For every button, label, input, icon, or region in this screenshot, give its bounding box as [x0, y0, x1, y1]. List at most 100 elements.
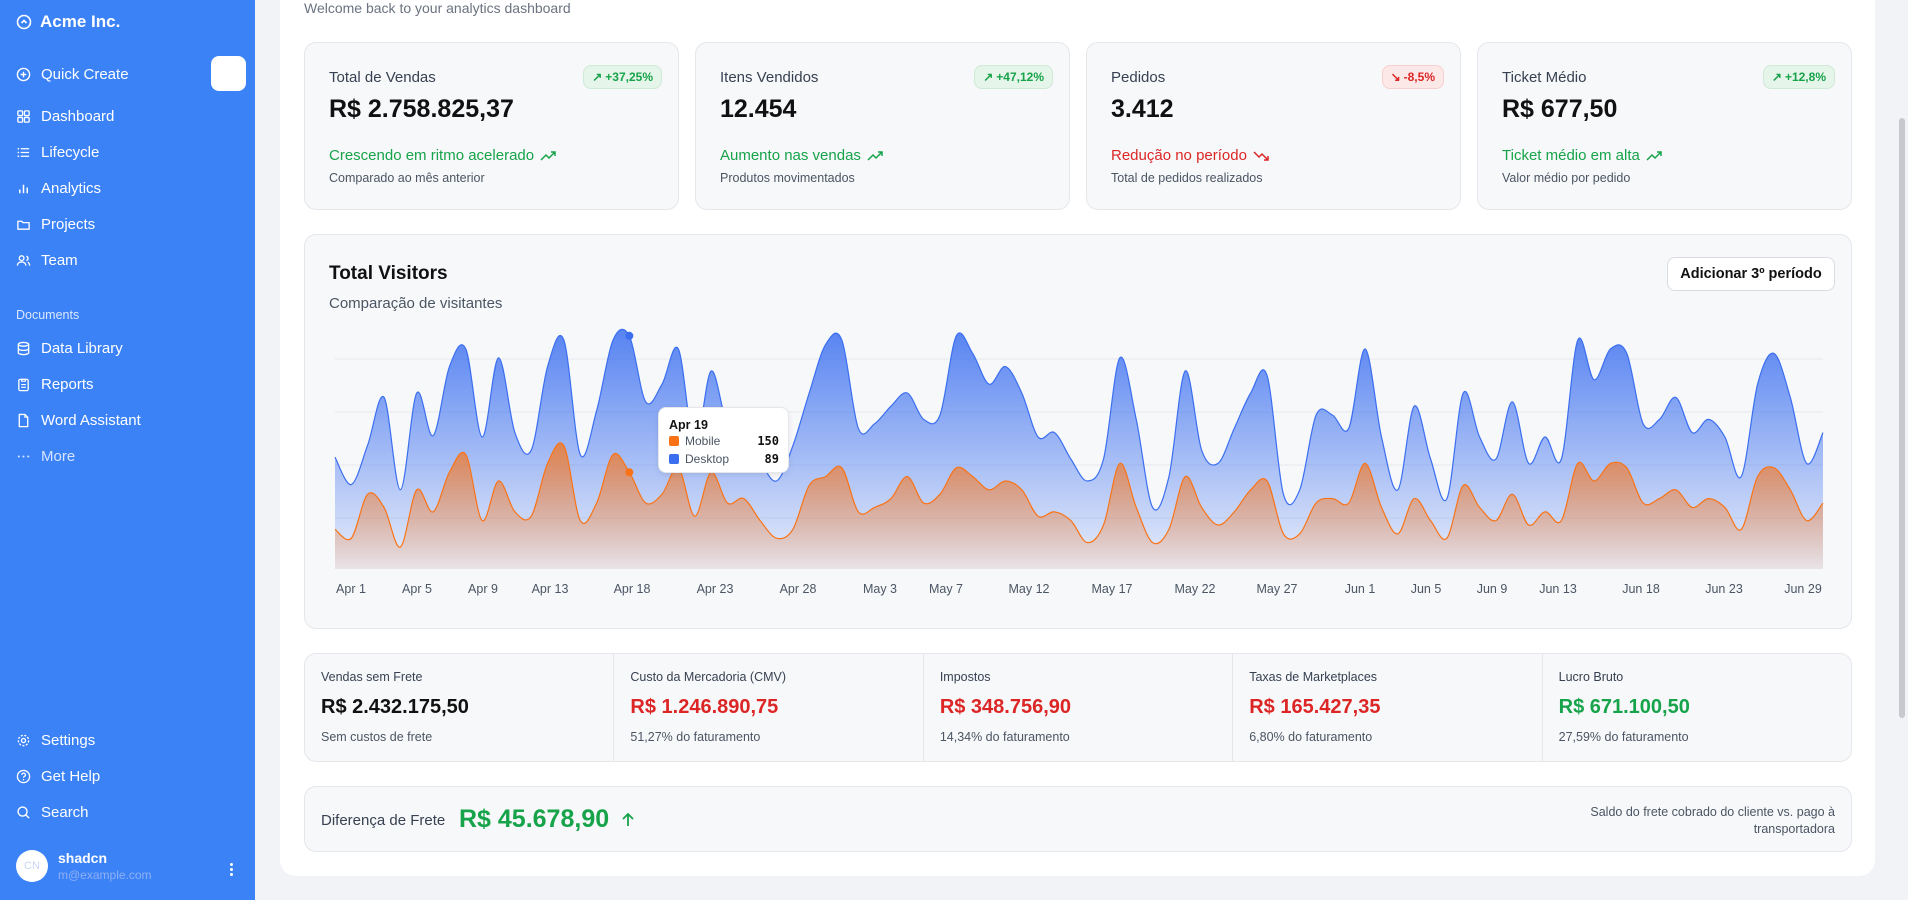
- kpi-card-itens-vendidos: Itens Vendidos 12.454 ↗ +47,12% Aumento n…: [695, 42, 1070, 210]
- nav-label: Word Assistant: [41, 411, 141, 429]
- x-tick-label: Jun 9: [1477, 582, 1508, 596]
- tooltip-date: Apr 19: [669, 418, 708, 432]
- visitors-area-chart[interactable]: Apr 1 Apr 5 Apr 9 Apr 13 Apr 18 Apr 23 Apr 28 M…: [305, 235, 1853, 630]
- tooltip-value: 89: [764, 452, 779, 466]
- tooltip-label: Desktop: [685, 452, 730, 466]
- trending-up-icon: [867, 150, 883, 161]
- summary-value: R$ 1.246.890,75: [630, 696, 779, 718]
- kpi-badge: ↗ +12,8%: [1762, 65, 1835, 89]
- kpi-trend-text: Crescendo em ritmo acelerado: [329, 147, 535, 164]
- folder-icon: [17, 220, 30, 230]
- list-icon: [17, 147, 30, 157]
- nav-item-settings[interactable]: Settings: [16, 729, 95, 751]
- documents-section-label: Documents: [16, 308, 80, 322]
- nav-label: Get Help: [41, 767, 101, 785]
- nav-item-analytics[interactable]: Analytics: [16, 177, 101, 199]
- nav-item-data-library[interactable]: Data Library: [16, 337, 123, 359]
- scrollbar-thumb[interactable]: [1899, 118, 1905, 718]
- kpi-subtext: Produtos movimentados: [720, 171, 855, 185]
- nav-item-search[interactable]: Search: [16, 801, 89, 823]
- welcome-text: Welcome back to your analytics dashboard: [304, 0, 571, 16]
- kpi-value: 3.412: [1111, 95, 1174, 123]
- nav-item-reports[interactable]: Reports: [16, 373, 94, 395]
- kpi-value: R$ 677,50: [1502, 95, 1618, 123]
- financial-summary: Vendas sem Frete R$ 2.432.175,50 Sem cus…: [304, 653, 1852, 762]
- tooltip-row-mobile: Mobile 150: [669, 434, 779, 448]
- file-icon: [18, 413, 29, 427]
- quick-create-button[interactable]: Quick Create: [16, 63, 129, 85]
- users-icon: [16, 254, 31, 266]
- kpi-value: R$ 2.758.825,37: [329, 95, 514, 123]
- add-period-button[interactable]: Adicionar 3º período: [1667, 257, 1835, 291]
- nav-item-get-help[interactable]: Get Help: [16, 765, 100, 787]
- kpi-card-ticket-medio: Ticket Médio R$ 677,50 ↗ +12,8% Ticket mé…: [1477, 42, 1852, 210]
- nav-item-projects[interactable]: Projects: [16, 213, 95, 235]
- nav-label: Data Library: [41, 339, 123, 357]
- x-tick-label: Jun 23: [1705, 582, 1743, 596]
- user-profile[interactable]: CN shadcn m@example.com: [16, 850, 152, 882]
- user-email: m@example.com: [58, 868, 152, 882]
- x-tick-label: Apr 23: [697, 582, 734, 596]
- brand-name: Acme Inc.: [40, 12, 121, 31]
- summary-label: Custo da Mercadoria (CMV): [630, 670, 787, 684]
- tooltip-row-desktop: Desktop 89: [669, 452, 779, 466]
- nav-item-lifecycle[interactable]: Lifecycle: [16, 141, 99, 163]
- x-tick-label: Jun 29: [1784, 582, 1822, 596]
- summary-label: Taxas de Marketplaces: [1249, 670, 1378, 684]
- brand[interactable]: Acme Inc.: [16, 12, 120, 32]
- summary-label: Vendas sem Frete: [321, 670, 423, 684]
- x-tick-label: Jun 13: [1539, 582, 1577, 596]
- kpi-title: Pedidos: [1111, 69, 1166, 86]
- x-tick-label: May 22: [1175, 582, 1216, 596]
- trend-up-icon: ↗: [983, 70, 994, 84]
- summary-value: R$ 348.756,90: [939, 696, 1072, 718]
- help-circle-icon: [16, 769, 31, 783]
- summary-value: R$ 671.100,50: [1558, 696, 1690, 718]
- x-tick-label: May 27: [1257, 582, 1298, 596]
- kpi-subtext: Valor médio por pedido: [1502, 171, 1631, 185]
- x-tick-label: May 7: [929, 582, 963, 596]
- nav-label: Dashboard: [41, 107, 115, 125]
- tooltip-label: Mobile: [685, 434, 721, 448]
- trending-up-icon: [540, 150, 556, 161]
- x-tick-label: May 17: [1092, 582, 1133, 596]
- nav-label: Search: [41, 803, 89, 821]
- user-menu-icon[interactable]: [226, 858, 236, 880]
- nav-item-more[interactable]: More: [16, 445, 75, 467]
- kpi-badge-text: +37,25%: [605, 70, 653, 84]
- nav-item-word-assistant[interactable]: Word Assistant: [16, 409, 141, 431]
- kpi-trend-text: Redução no período: [1111, 147, 1247, 164]
- kpi-title: Itens Vendidos: [720, 69, 819, 86]
- summary-vendas-sem-frete: Vendas sem Frete R$ 2.432.175,50 Sem cus…: [305, 654, 615, 761]
- summary-subtext: 6,80% do faturamento: [1249, 730, 1373, 744]
- bar-chart-icon: [19, 184, 28, 193]
- nav-item-team[interactable]: Team: [16, 249, 78, 271]
- kpi-trend: Aumento nas vendas: [720, 147, 883, 164]
- trending-down-icon: [1253, 150, 1269, 161]
- kpi-trend: Redução no período: [1111, 147, 1269, 164]
- database-icon: [17, 341, 30, 355]
- x-tick-label: Jun 1: [1345, 582, 1376, 596]
- nav-item-dashboard[interactable]: Dashboard: [16, 105, 114, 127]
- chart-subtitle: Comparação de visitantes: [329, 295, 503, 312]
- frete-difference-card: Diferença de Frete R$ 45.678,90 Saldo do…: [304, 786, 1852, 852]
- kpi-badge: ↘ -8,5%: [1381, 65, 1444, 89]
- arrow-up-icon: [622, 812, 634, 826]
- kpi-card-total-vendas: Total de Vendas R$ 2.758.825,37 ↗ +37,25%…: [304, 42, 679, 210]
- clipboard-icon: [18, 378, 29, 391]
- chart-title: Total Visitors: [329, 263, 448, 284]
- summary-label: Lucro Bruto: [1558, 670, 1624, 684]
- quick-create-label: Quick Create: [41, 65, 129, 83]
- nav-label: Reports: [41, 375, 94, 393]
- summary-subtext: 27,59% do faturamento: [1558, 730, 1689, 744]
- inbox-button[interactable]: [211, 56, 246, 91]
- mobile-highlight-point: [625, 468, 634, 477]
- frete-amount: R$ 45.678,90: [459, 805, 610, 833]
- x-tick-label: Apr 28: [780, 582, 817, 596]
- summary-taxas-marketplaces: Taxas de Marketplaces R$ 165.427,35 6,80…: [1233, 654, 1543, 761]
- summary-subtext: Sem custos de frete: [321, 730, 433, 744]
- desktop-highlight-point: [625, 331, 634, 340]
- nav-label: Analytics: [41, 179, 102, 197]
- desktop-swatch: [669, 454, 679, 464]
- more-horizontal-icon: [17, 454, 30, 458]
